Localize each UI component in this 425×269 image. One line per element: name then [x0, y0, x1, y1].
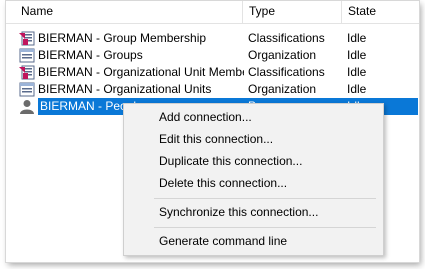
row-state: Idle: [347, 82, 367, 96]
classification-icon: [19, 31, 35, 46]
table-row[interactable]: BIERMAN - Groups Organization Idle: [6, 47, 419, 64]
menu-item-add-connection[interactable]: Add connection...: [124, 107, 383, 128]
menu-item-duplicate-connection[interactable]: Duplicate this connection...: [124, 151, 383, 172]
row-name: BIERMAN - Groups: [38, 48, 143, 62]
row-type: Organization: [248, 82, 317, 96]
person-icon: [20, 100, 34, 114]
column-header-name[interactable]: Name: [15, 1, 247, 23]
column-header-type[interactable]: Type: [242, 1, 341, 23]
column-header-state[interactable]: State: [341, 1, 419, 23]
row-state: Idle: [347, 65, 367, 79]
row-name: BIERMAN - Organizational Units: [38, 82, 212, 96]
menu-separator: [154, 198, 376, 199]
organization-icon: [19, 82, 35, 97]
table-row[interactable]: BIERMAN - Group Membership Classificatio…: [6, 30, 419, 47]
menu-item-generate-command-line[interactable]: Generate command line: [124, 231, 383, 252]
list-header: Name Type State: [6, 1, 419, 24]
row-name: BIERMAN - Group Membership: [38, 31, 207, 45]
row-name: BIERMAN - Organizational Unit Member…: [38, 65, 244, 79]
table-row[interactable]: BIERMAN - Organizational Unit Member… Cl…: [6, 64, 419, 81]
row-type: Classifications: [248, 31, 325, 45]
classification-icon: [19, 65, 35, 80]
row-state: Idle: [347, 48, 367, 62]
menu-item-edit-connection[interactable]: Edit this connection...: [124, 129, 383, 150]
table-row[interactable]: BIERMAN - Organizational Units Organizat…: [6, 81, 419, 98]
menu-separator: [154, 227, 376, 228]
context-menu: Add connection... Edit this connection..…: [123, 103, 384, 256]
menu-item-synchronize-connection[interactable]: Synchronize this connection...: [124, 202, 383, 223]
row-state: Idle: [347, 31, 367, 45]
row-type: Classifications: [248, 65, 325, 79]
menu-item-delete-connection[interactable]: Delete this connection...: [124, 173, 383, 194]
row-type: Organization: [248, 48, 317, 62]
organization-icon: [19, 48, 35, 63]
